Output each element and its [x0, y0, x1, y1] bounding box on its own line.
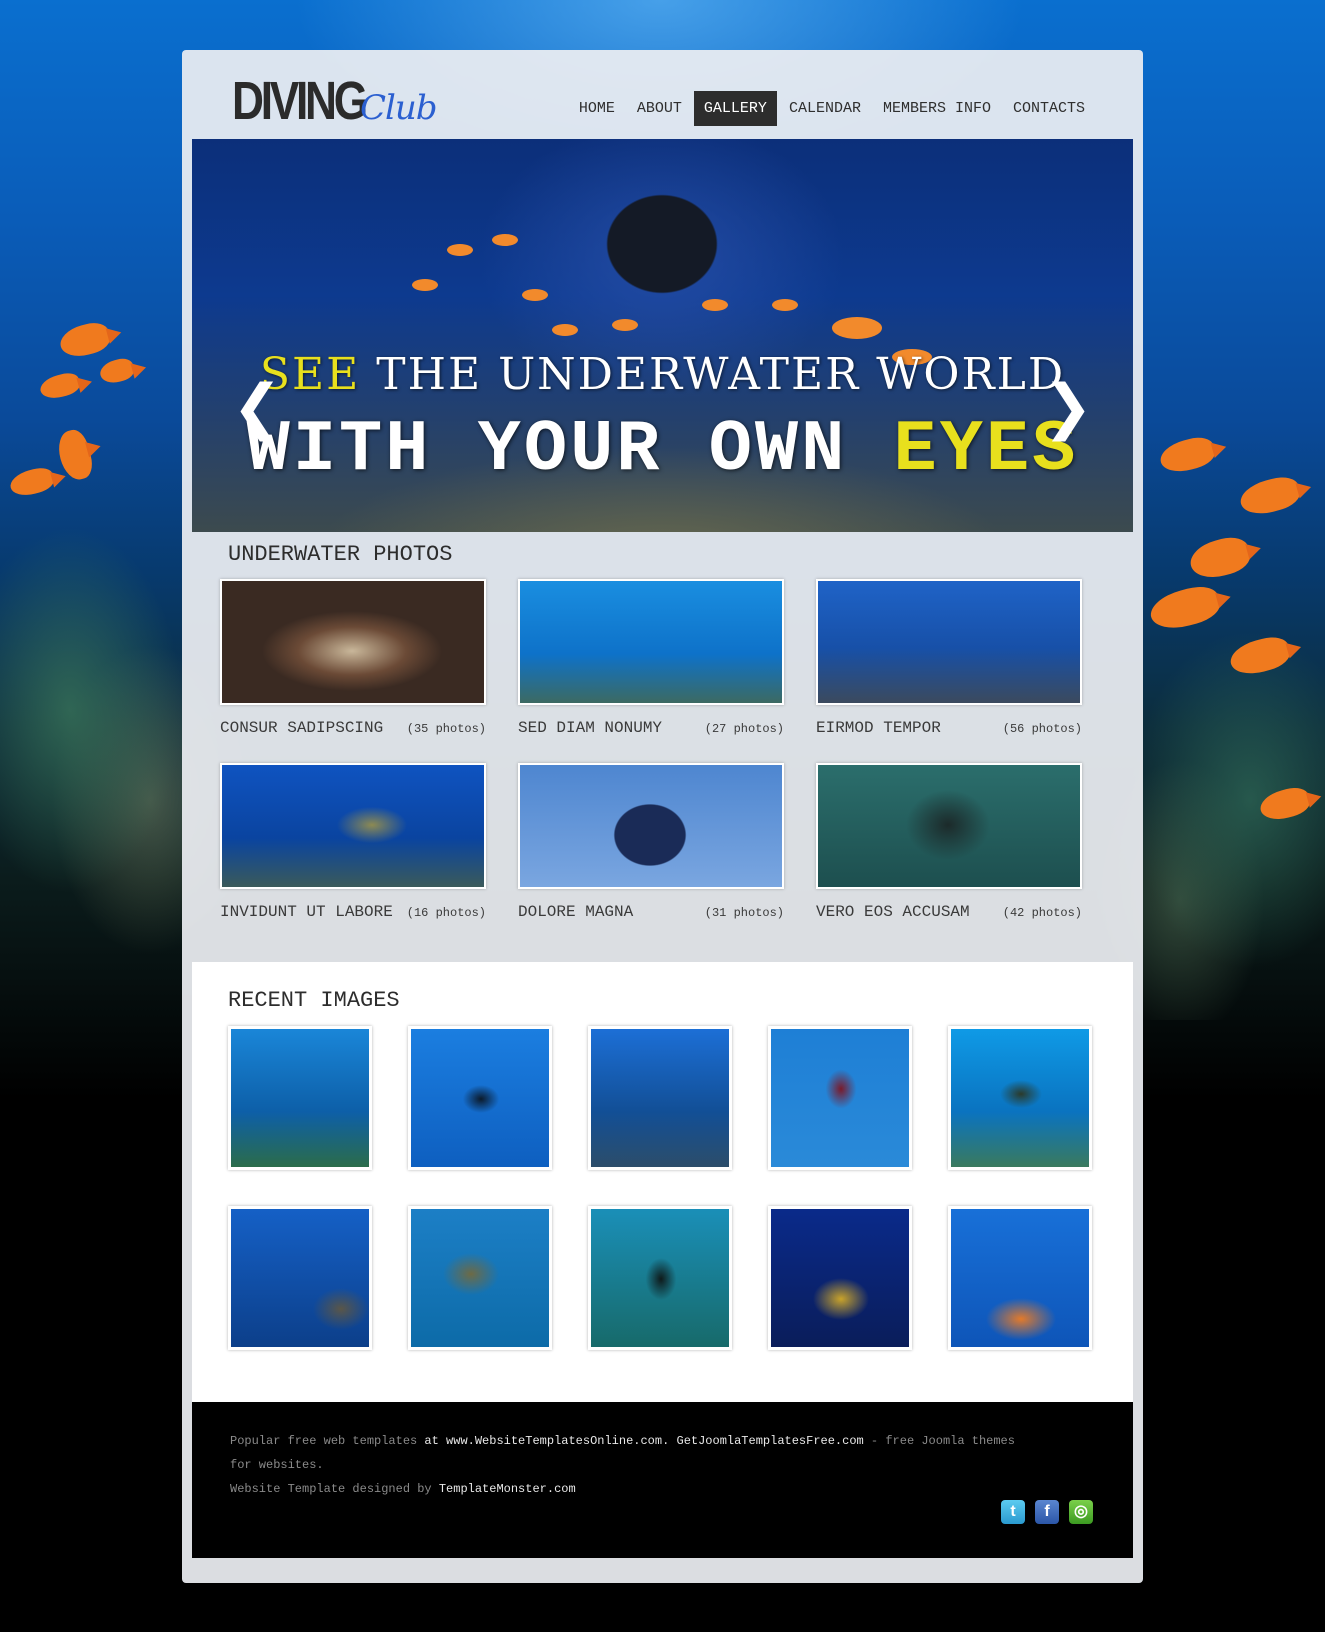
facebook-icon[interactable]: f [1035, 1500, 1059, 1524]
album-card[interactable]: EIRMOD TEMPOR (56 photos) [816, 579, 1082, 737]
album-title[interactable]: INVIDUNT UT LABORE [220, 903, 393, 921]
album-thumbnail[interactable] [518, 763, 784, 889]
banner-fish [522, 289, 548, 301]
next-arrow-icon[interactable]: ❯ [1043, 377, 1093, 437]
album-thumbnail[interactable] [518, 579, 784, 705]
banner-line2-text: WITH YOUR OWN [246, 409, 894, 491]
logo-wordmark: DIVING [232, 71, 368, 131]
recent-thumbnail[interactable] [588, 1026, 732, 1170]
album-count: (56 photos) [1002, 722, 1082, 736]
hero-banner: SEE THE UNDERWATER WORLD WITH YOUR OWN E… [192, 139, 1133, 532]
recent-thumbnail[interactable] [588, 1206, 732, 1350]
album-title[interactable]: EIRMOD TEMPOR [816, 719, 941, 737]
main-nav: HOME ABOUT GALLERY CALENDAR MEMBERS INFO… [567, 91, 1095, 126]
album-title[interactable]: VERO EOS ACCUSAM [816, 903, 970, 921]
album-thumbnail[interactable] [220, 579, 486, 705]
album-card[interactable]: SED DIAM NONUMY (27 photos) [518, 579, 784, 737]
nav-calendar[interactable]: CALENDAR [779, 91, 871, 126]
album-title[interactable]: DOLORE MAGNA [518, 903, 633, 921]
banner-subheadline: WITH YOUR OWN EYES [192, 409, 1133, 491]
album-card[interactable]: INVIDUNT UT LABORE (16 photos) [220, 763, 486, 921]
album-thumbnail[interactable] [816, 763, 1082, 889]
banner-fish [702, 299, 728, 311]
footer: Popular free web templates at www.Websit… [192, 1402, 1133, 1558]
banner-line1-text: THE UNDERWATER WORLD [360, 349, 1066, 400]
banner-headline: SEE THE UNDERWATER WORLD [192, 349, 1133, 400]
recent-thumbnail[interactable] [948, 1206, 1092, 1350]
footer-text-b: at [417, 1434, 447, 1448]
nav-gallery[interactable]: GALLERY [693, 91, 777, 126]
album-count: (42 photos) [1002, 906, 1082, 920]
nav-contacts[interactable]: CONTACTS [1003, 91, 1095, 126]
banner-fish [772, 299, 798, 311]
banner-fish [612, 319, 638, 331]
footer-link-gjtf[interactable]: GetJoomlaTemplatesFree.com [677, 1434, 864, 1448]
album-card[interactable]: CONSUR SADIPSCING (35 photos) [220, 579, 486, 737]
recent-title: RECENT IMAGES [228, 988, 400, 1013]
footer-text-d [669, 1434, 676, 1448]
gallery-title: UNDERWATER PHOTOS [228, 542, 453, 567]
album-thumbnail[interactable] [816, 579, 1082, 705]
recent-thumbnail[interactable] [768, 1206, 912, 1350]
recent-thumbnail[interactable] [948, 1026, 1092, 1170]
footer-text-designed: Website Template designed by [230, 1482, 439, 1496]
nav-members-info[interactable]: MEMBERS INFO [873, 91, 1001, 126]
banner-fish [552, 324, 578, 336]
recent-thumbnail[interactable] [768, 1026, 912, 1170]
banner-fish [832, 317, 882, 339]
recent-thumbnail[interactable] [408, 1026, 552, 1170]
footer-link-tm[interactable]: TemplateMonster.com [439, 1482, 576, 1496]
footer-link-wto[interactable]: www.WebsiteTemplatesOnline.com. [446, 1434, 669, 1448]
prev-arrow-icon[interactable]: ❮ [232, 377, 282, 437]
footer-text-a: Popular free web templates [230, 1434, 418, 1448]
logo-script: Club [360, 88, 438, 128]
recent-thumbnail[interactable] [228, 1026, 372, 1170]
album-title[interactable]: SED DIAM NONUMY [518, 719, 662, 737]
twitter-icon[interactable]: t [1001, 1500, 1025, 1524]
nav-home[interactable]: HOME [569, 91, 625, 126]
nav-about[interactable]: ABOUT [627, 91, 692, 126]
banner-fish [492, 234, 518, 246]
album-thumbnail[interactable] [220, 763, 486, 889]
recent-thumbnail[interactable] [228, 1206, 372, 1350]
album-count: (27 photos) [704, 722, 784, 736]
recent-images-section: RECENT IMAGES [192, 962, 1133, 1402]
chat-icon[interactable]: ◎ [1069, 1500, 1093, 1524]
album-card[interactable]: VERO EOS ACCUSAM (42 photos) [816, 763, 1082, 921]
album-count: (35 photos) [406, 722, 486, 736]
banner-fish [447, 244, 473, 256]
album-title[interactable]: CONSUR SADIPSCING [220, 719, 383, 737]
diver-silhouette [572, 164, 792, 344]
album-count: (31 photos) [704, 906, 784, 920]
album-count: (16 photos) [406, 906, 486, 920]
footer-text: Popular free web templates at www.Websit… [230, 1429, 1030, 1501]
banner-fish [412, 279, 438, 291]
social-links: t f ◎ [1001, 1500, 1093, 1524]
recent-thumbnail[interactable] [408, 1206, 552, 1350]
page-container: DIVING Club HOME ABOUT GALLERY CALENDAR … [182, 50, 1143, 1583]
album-card[interactable]: DOLORE MAGNA (31 photos) [518, 763, 784, 921]
